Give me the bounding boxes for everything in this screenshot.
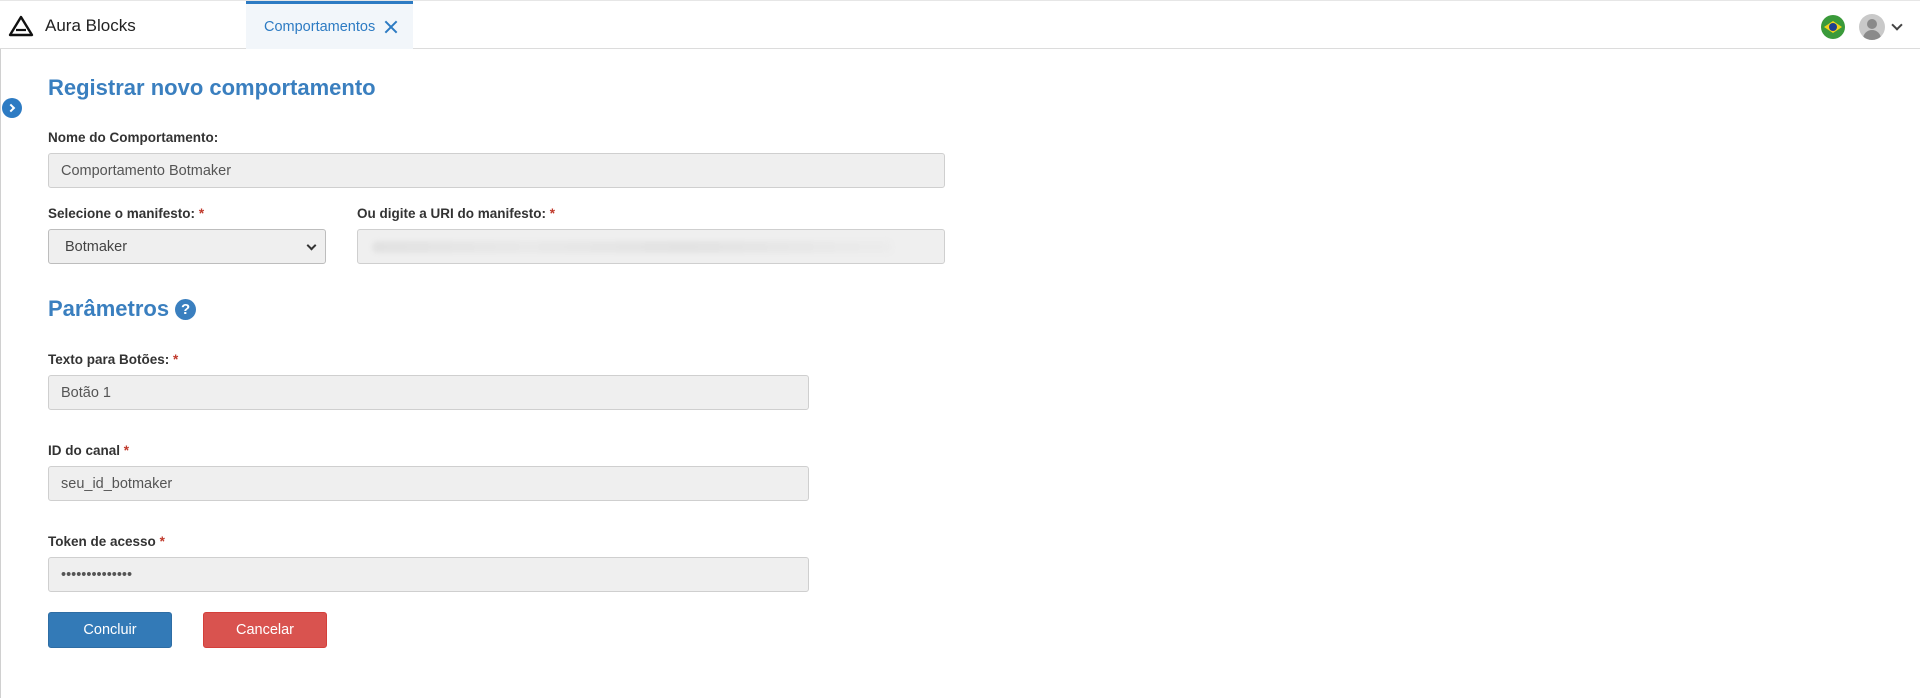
access-token-input[interactable]: •••••••••••••• (48, 557, 809, 592)
behavior-name-label-text: Nome do Comportamento: (48, 130, 219, 145)
brand-name: Aura Blocks (45, 15, 136, 35)
avatar-body (1863, 30, 1881, 40)
manifest-uri-label-text: Ou digite a URI do manifesto: (357, 206, 547, 221)
channel-id-label-text: ID do canal (48, 443, 121, 458)
obscured-uri-value (372, 241, 892, 253)
access-token-value: •••••••••••••• (61, 566, 133, 583)
parameters-title: Parâmetros (48, 296, 170, 321)
top-bar: Aura Blocks Comportamentos (0, 0, 1920, 49)
manifest-select[interactable]: Botmaker (48, 229, 326, 264)
manifest-uri-input[interactable] (357, 229, 945, 264)
parameters-heading: Parâmetros ? (48, 296, 197, 322)
sidebar-edge (0, 49, 1, 698)
help-icon[interactable]: ? (175, 298, 197, 320)
required-mark: * (159, 534, 165, 549)
flag-globe (1829, 23, 1837, 31)
manifest-uri-label: Ou digite a URI do manifesto: * (357, 206, 555, 221)
access-token-label-text: Token de acesso (48, 534, 156, 549)
tab-comportamentos[interactable]: Comportamentos (246, 1, 413, 49)
required-mark: * (198, 206, 205, 221)
access-token-label: Token de acesso * (48, 534, 165, 549)
avatar-head (1867, 19, 1877, 29)
conclude-button[interactable]: Concluir (48, 612, 172, 648)
button-text-label: Texto para Botões: * (48, 352, 178, 367)
page-title: Registrar novo comportamento (48, 75, 376, 100)
manifest-select-label: Selecione o manifesto: * (48, 206, 204, 221)
brand[interactable]: Aura Blocks (8, 1, 136, 50)
aura-logo-icon (8, 15, 34, 36)
behavior-name-input[interactable]: Comportamento Botmaker (48, 153, 945, 188)
button-text-input[interactable]: Botão 1 (48, 375, 809, 410)
chevron-down-icon (306, 240, 317, 251)
required-mark: * (173, 352, 179, 367)
cancel-button[interactable]: Cancelar (203, 612, 327, 648)
tab-label: Comportamentos (264, 18, 376, 35)
channel-id-label: ID do canal * (48, 443, 129, 458)
required-mark: * (549, 206, 556, 221)
manifest-select-label-text: Selecione o manifesto: (48, 206, 196, 221)
channel-id-input[interactable]: seu_id_botmaker (48, 466, 809, 501)
manifest-select-value: Botmaker (65, 238, 128, 255)
close-icon[interactable] (384, 20, 398, 34)
chevron-down-icon[interactable] (1891, 19, 1903, 31)
sidebar-toggle-button[interactable] (2, 98, 22, 118)
behavior-name-value: Comportamento Botmaker (61, 162, 232, 179)
required-mark: * (123, 443, 130, 458)
brazil-flag-icon[interactable] (1821, 15, 1845, 39)
behavior-name-label: Nome do Comportamento: (48, 130, 218, 145)
button-text-label-text: Texto para Botões: (48, 352, 170, 367)
button-text-value: Botão 1 (61, 384, 111, 401)
chevron-right-icon (6, 103, 16, 113)
channel-id-value: seu_id_botmaker (61, 475, 173, 492)
user-avatar-icon[interactable] (1859, 14, 1885, 40)
